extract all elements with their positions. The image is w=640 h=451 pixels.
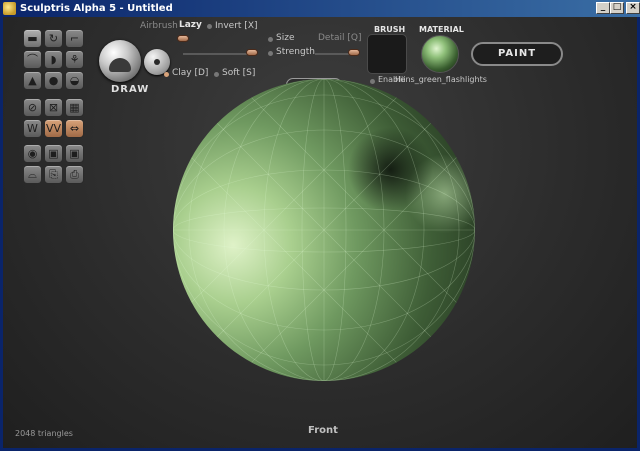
brush-title: BRUSH: [374, 25, 406, 34]
inflate-tool-button[interactable]: ▲: [23, 71, 42, 90]
rotate-tool-button[interactable]: ↻: [44, 29, 63, 48]
smooth-tool-button[interactable]: ◒: [65, 71, 84, 90]
window-title: Sculptris Alpha 5 - Untitled: [20, 3, 173, 14]
strength-radio[interactable]: [268, 51, 273, 56]
sculpt-viewport[interactable]: ▬ ↻ ⌐ ⌒ ◗ ⚘ ▲ ● ◒ ⊘ ⊠ ▦ W ᐯᐯ ⇔ ◉ ▣ ▣ ⌓ ⎘…: [0, 17, 640, 451]
clay-label[interactable]: Clay [D]: [172, 68, 208, 78]
paint-button[interactable]: PAINT: [471, 42, 563, 66]
soft-label[interactable]: Soft [S]: [222, 68, 255, 78]
airbrush-label[interactable]: Airbrush: [140, 21, 178, 31]
import-tool-button[interactable]: ⎙: [65, 165, 84, 184]
wireframe-tool-button[interactable]: W: [23, 119, 42, 138]
sphere-tool-button[interactable]: ◉: [23, 144, 42, 163]
save-tool-button[interactable]: ⎘: [44, 165, 63, 184]
mask-tool-button[interactable]: ⊠: [44, 98, 63, 117]
material-title: MATERIAL: [419, 25, 464, 34]
lazy-label[interactable]: Lazy: [179, 20, 202, 30]
triangle-count: 2048 triangles: [15, 429, 73, 438]
view-name: Front: [308, 425, 338, 436]
close-button[interactable]: ×: [626, 2, 640, 14]
draw-tool-button[interactable]: ▬: [23, 29, 42, 48]
grab-tool-button[interactable]: ⌒: [23, 50, 42, 69]
app-icon: [3, 2, 16, 15]
invert-label[interactable]: Invert [X]: [215, 21, 258, 31]
pinch-tool-button[interactable]: ●: [44, 71, 63, 90]
lazy-slider-knob[interactable]: [177, 35, 189, 42]
window-titlebar: Sculptris Alpha 5 - Untitled _ □ ×: [0, 0, 640, 17]
camera-tool-button[interactable]: ▣: [44, 144, 63, 163]
crop-tool-button[interactable]: ⌐: [65, 29, 84, 48]
material-preview[interactable]: [421, 35, 459, 73]
size-radio[interactable]: [268, 37, 273, 42]
brush-preview[interactable]: [367, 34, 407, 74]
strength-slider-track[interactable]: [315, 53, 349, 55]
detail-label[interactable]: Detail [Q]: [318, 33, 361, 43]
minimize-button[interactable]: _: [596, 2, 610, 14]
symmetry-tool-button[interactable]: ᐯᐯ: [44, 119, 63, 138]
select-tool-button[interactable]: ▦: [65, 98, 84, 117]
maximize-button[interactable]: □: [610, 2, 624, 14]
undo-tool-button[interactable]: ⌓: [23, 165, 42, 184]
strength-slider-knob[interactable]: [348, 49, 360, 56]
strength-label[interactable]: Strength: [276, 47, 315, 57]
sculpt-mesh-sphere[interactable]: [173, 79, 475, 381]
camera-reset-tool-button[interactable]: ▣: [65, 144, 84, 163]
clay-radio[interactable]: [164, 72, 169, 77]
swap-tool-button[interactable]: ⇔: [65, 119, 84, 138]
draw-tool-preview[interactable]: [99, 40, 141, 82]
reduce-tool-button[interactable]: ⊘: [23, 98, 42, 117]
wireframe-overlay: [173, 79, 475, 381]
invert-radio[interactable]: [207, 24, 212, 29]
tool-name: DRAW: [111, 84, 150, 95]
size-slider-track[interactable]: [183, 53, 249, 55]
size-slider-knob[interactable]: [246, 49, 258, 56]
size-label[interactable]: Size: [276, 33, 294, 43]
flatten-tool-button[interactable]: ◗: [44, 50, 63, 69]
soft-radio[interactable]: [214, 72, 219, 77]
crease-tool-button[interactable]: ⚘: [65, 50, 84, 69]
